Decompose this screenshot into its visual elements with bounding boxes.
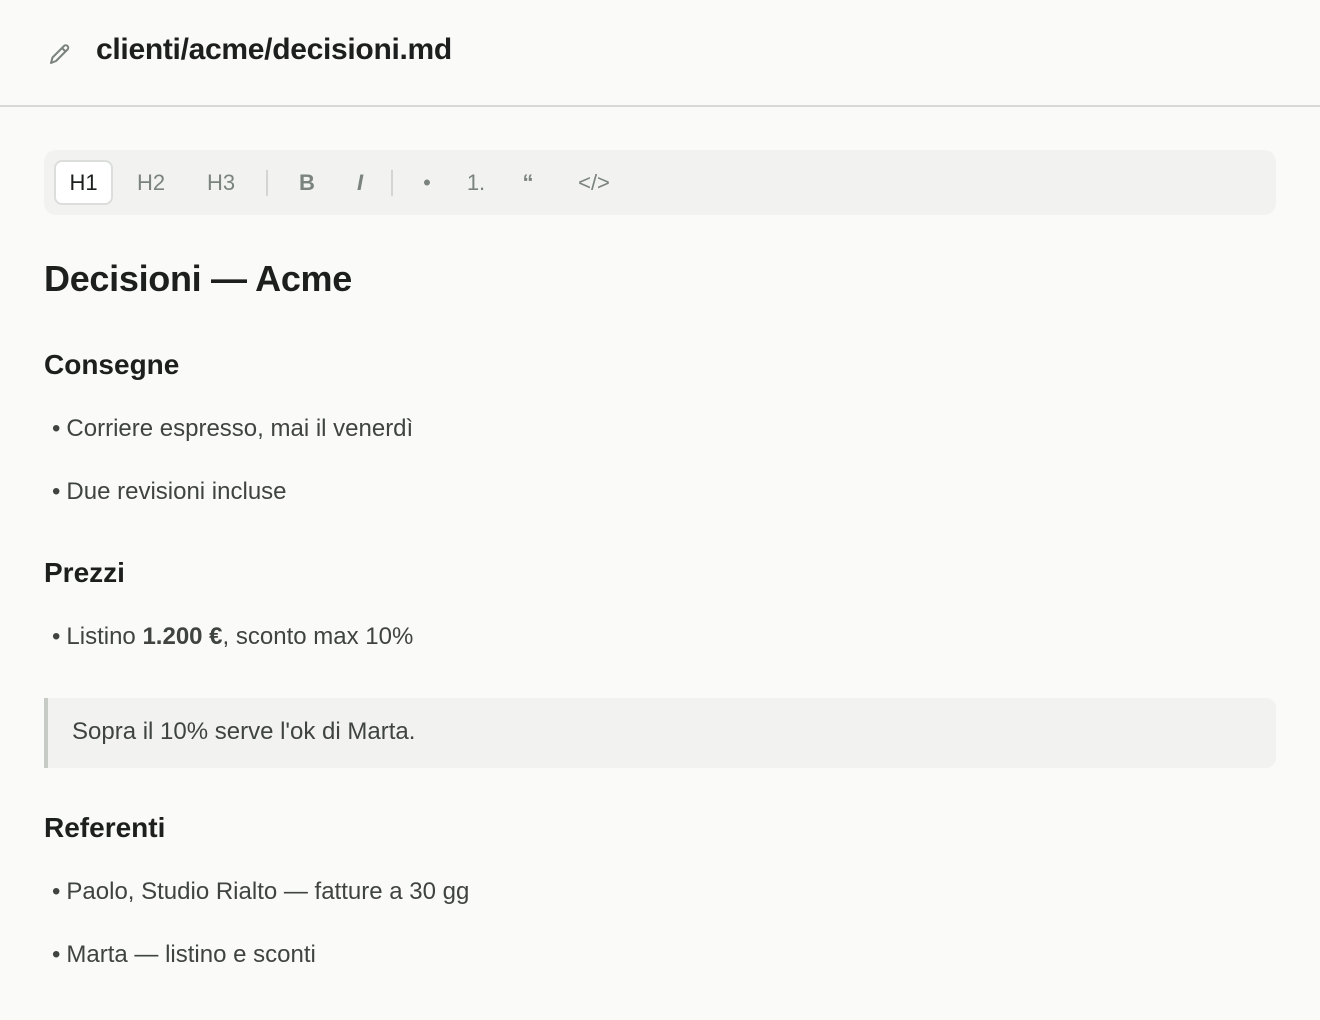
italic-button[interactable]: I <box>340 160 380 205</box>
code-button[interactable]: </> <box>564 160 624 205</box>
toolbar-divider <box>266 170 268 196</box>
document-title: Decisioni — Acme <box>44 258 352 299</box>
bullet-list-button[interactable]: • <box>408 160 446 205</box>
numbered-list-button[interactable]: 1. <box>456 160 496 205</box>
bullet-marker: • <box>52 941 61 968</box>
list-item-text: , sconto max 10% <box>222 623 414 650</box>
price-bold: 1.200 € <box>142 623 223 650</box>
bold-button[interactable]: B <box>286 160 328 205</box>
section-heading-prezzi: Prezzi <box>44 557 125 588</box>
quote-button[interactable]: “ <box>508 160 548 205</box>
list-item: • Paolo, Studio Rialto — fatture a 30 gg <box>52 878 469 906</box>
list-item-text: Corriere espresso, mai il venerdì <box>66 415 414 442</box>
editor-header: clienti/acme/decisioni.md <box>0 0 1320 107</box>
bullet-marker: • <box>52 623 61 650</box>
heading1-button[interactable]: H1 <box>54 160 113 205</box>
list-item-text: Listino <box>66 623 143 650</box>
blockquote: Sopra il 10% serve l'ok di Marta. <box>44 698 1276 768</box>
heading3-button[interactable]: H3 <box>194 160 248 205</box>
file-path-title: clienti/acme/decisioni.md <box>96 33 452 66</box>
list-item: • Listino 1.200 €, sconto max 10% <box>52 623 413 651</box>
bullet-marker: • <box>52 478 61 505</box>
pencil-icon[interactable] <box>46 40 74 68</box>
formatting-toolbar: H1 H2 H3 B I • 1. “ </> <box>44 150 1276 215</box>
section-heading-referenti: Referenti <box>44 812 166 843</box>
section-heading-consegne: Consegne <box>44 349 180 380</box>
list-item-text: Due revisioni incluse <box>66 478 287 505</box>
list-item: • Corriere espresso, mai il venerdì <box>52 415 413 443</box>
list-item-text: Marta — listino e sconti <box>66 941 316 968</box>
toolbar-divider <box>391 170 393 196</box>
list-item-text: Paolo, Studio Rialto — fatture a 30 gg <box>66 878 470 905</box>
bullet-marker: • <box>52 878 61 905</box>
blockquote-text: Sopra il 10% serve l'ok di Marta. <box>72 718 416 745</box>
list-item: • Marta — listino e sconti <box>52 941 316 969</box>
list-item: • Due revisioni incluse <box>52 478 287 506</box>
bullet-marker: • <box>52 415 61 442</box>
heading2-button[interactable]: H2 <box>124 160 178 205</box>
